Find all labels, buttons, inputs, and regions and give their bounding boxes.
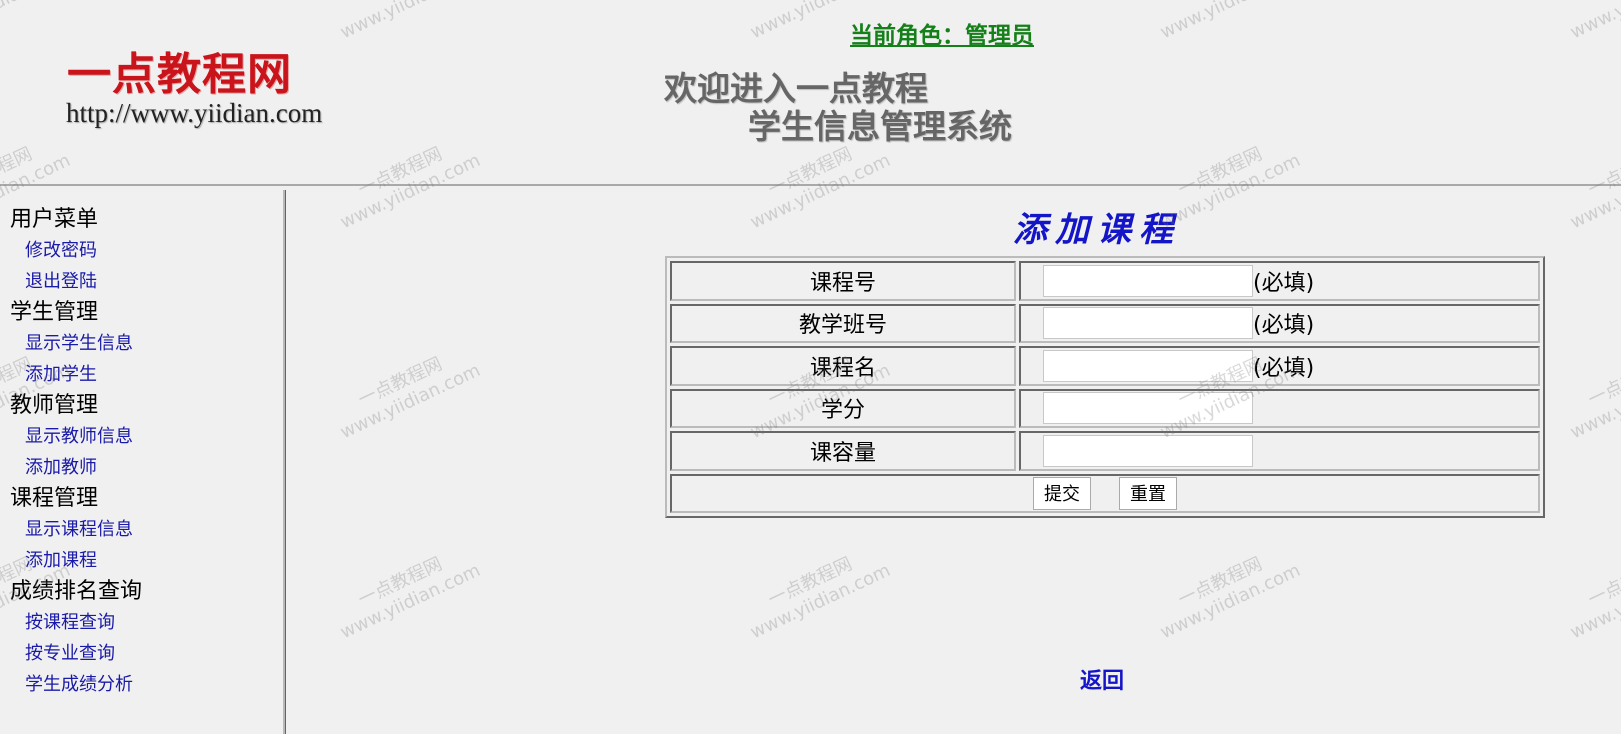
- field-label: 课程名: [670, 346, 1016, 386]
- field-label: 教学班号: [670, 303, 1016, 343]
- form-row-actions: 提交 重置: [670, 473, 1540, 513]
- menu-item-add-teacher[interactable]: 添加教师: [10, 452, 283, 483]
- submit-button[interactable]: 提交: [1033, 476, 1091, 510]
- menu-item-score-analysis[interactable]: 学生成绩分析: [10, 669, 283, 700]
- reset-button[interactable]: 重置: [1119, 476, 1177, 510]
- site-logo-url: http://www.yiidian.com: [66, 98, 323, 128]
- sidebar-menu: 用户菜单 修改密码 退出登陆 学生管理 显示学生信息 添加学生 教师管理 显示教…: [0, 190, 286, 734]
- menu-group-course: 课程管理: [10, 486, 99, 511]
- course-name-input[interactable]: [1043, 349, 1253, 382]
- field-label: 课程号: [670, 261, 1016, 301]
- credit-input[interactable]: [1043, 392, 1253, 425]
- menu-item-query-by-major[interactable]: 按专业查询: [10, 638, 283, 669]
- watermark-text: 一点教程网www.yiidian.com: [1567, 553, 1621, 644]
- menu-item-add-student[interactable]: 添加学生: [10, 359, 283, 390]
- menu-item-change-password[interactable]: 修改密码: [10, 235, 283, 266]
- current-role-link[interactable]: 当前角色：管理员: [850, 16, 1034, 50]
- menu-group-score-ranking: 成绩排名查询: [10, 579, 143, 604]
- site-logo-title: 一点教程网: [67, 49, 292, 100]
- menu-item-show-teachers[interactable]: 显示教师信息: [10, 421, 283, 452]
- menu-group-student: 学生管理: [10, 300, 99, 325]
- menu-group-teacher: 教师管理: [10, 393, 99, 418]
- field-label: 学分: [670, 388, 1016, 428]
- menu-item-logout[interactable]: 退出登陆: [10, 266, 283, 297]
- course-id-input[interactable]: [1043, 264, 1253, 297]
- required-note: (必填): [1253, 355, 1315, 381]
- back-link[interactable]: 返回: [1080, 663, 1124, 695]
- watermark-text: 一点教程网www.yiidian.com: [747, 553, 894, 644]
- page-header: 一点教程网 http://www.yiidian.com 当前角色：管理员 欢迎…: [0, 0, 1621, 186]
- form-row-class-id: 教学班号 (必填): [670, 303, 1540, 343]
- menu-group-user: 用户菜单: [10, 207, 99, 232]
- form-row-credit: 学分: [670, 388, 1540, 428]
- class-id-input[interactable]: [1043, 307, 1253, 340]
- welcome-banner-line2: 学生信息管理系统: [748, 107, 1012, 146]
- required-note: (必填): [1253, 313, 1315, 339]
- add-course-form: 课程号 (必填) 教学班号 (必填) 课程名 (必填) 学分 课容量 提交 重置: [665, 256, 1545, 518]
- form-row-capacity: 课容量: [670, 431, 1540, 471]
- form-title: 添加课程: [1013, 210, 1181, 250]
- watermark-text: 一点教程网www.yiidian.com: [337, 353, 484, 444]
- watermark-text: 一点教程网www.yiidian.com: [337, 553, 484, 644]
- field-label: 课容量: [670, 431, 1016, 471]
- form-row-course-id: 课程号 (必填): [670, 261, 1540, 301]
- watermark-text: 一点教程网www.yiidian.com: [1157, 553, 1304, 644]
- menu-item-show-courses[interactable]: 显示课程信息: [10, 514, 283, 545]
- menu-item-show-students[interactable]: 显示学生信息: [10, 328, 283, 359]
- watermark-text: 一点教程网www.yiidian.com: [1567, 353, 1621, 444]
- menu-item-query-by-course[interactable]: 按课程查询: [10, 607, 283, 638]
- menu-item-add-course[interactable]: 添加课程: [10, 545, 283, 576]
- form-row-course-name: 课程名 (必填): [670, 346, 1540, 386]
- capacity-input[interactable]: [1043, 434, 1253, 467]
- required-note: (必填): [1253, 270, 1315, 296]
